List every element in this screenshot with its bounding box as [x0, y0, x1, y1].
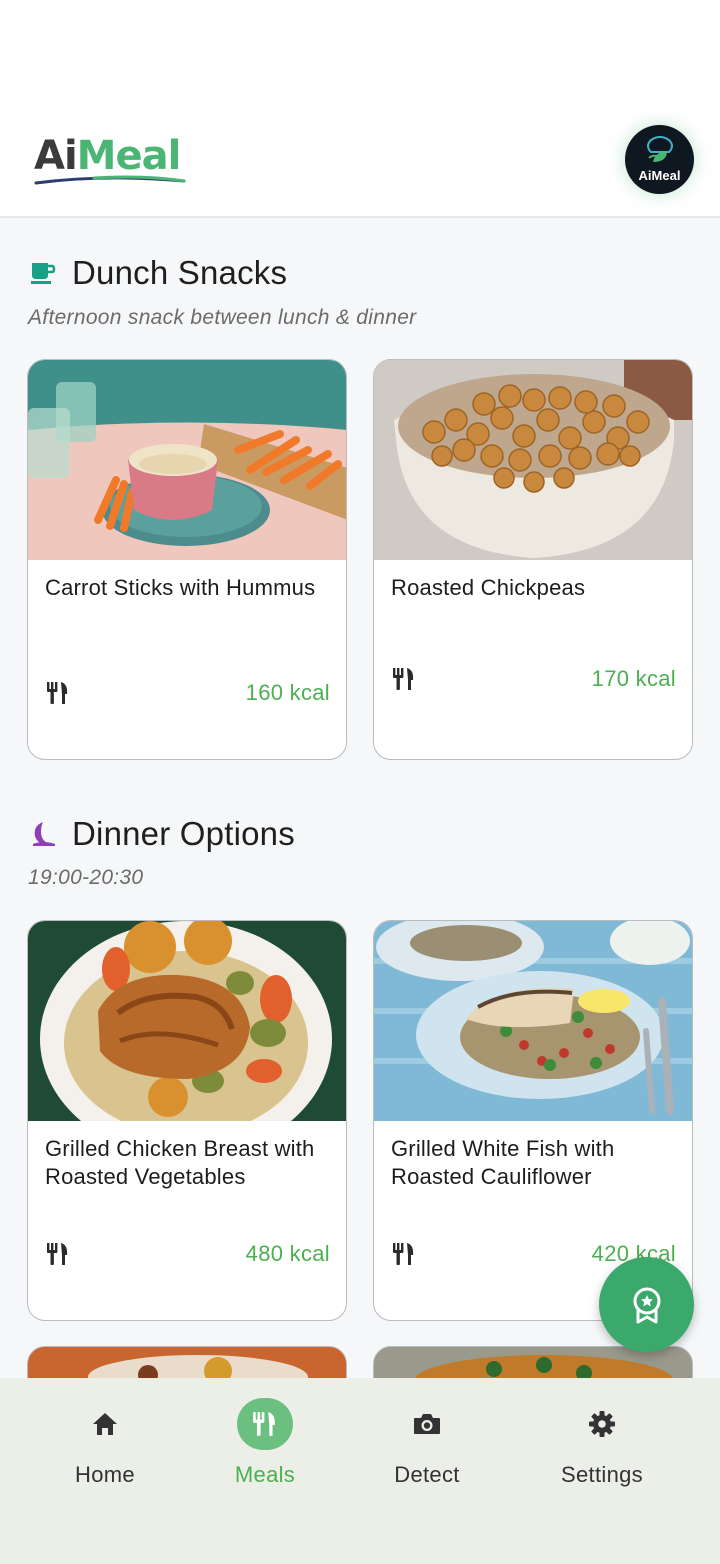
meal-image: [374, 921, 692, 1121]
badge-star-icon: [633, 1287, 660, 1323]
nav-item-detect[interactable]: Detect: [347, 1398, 507, 1488]
utensils-icon: [47, 1243, 68, 1265]
app-header: AiMeal AiMeal: [0, 0, 720, 218]
meal-name: Grilled White Fish with Roasted Cauliflo…: [391, 1136, 615, 1189]
meal-footer: 160 kcal: [45, 680, 330, 706]
leaf-brain-icon: [646, 136, 673, 162]
moon-icon: [28, 819, 58, 849]
meal-image: [374, 360, 692, 560]
nav-label: Settings: [561, 1462, 643, 1487]
meal-card-carrot-hummus[interactable]: Carrot Sticks with Hummus 160 kcal: [27, 359, 347, 760]
nav-label: Detect: [394, 1462, 460, 1487]
meal-image: [28, 921, 346, 1121]
gear-icon: [574, 1398, 630, 1450]
kcal-value: 170 kcal: [591, 666, 676, 691]
home-icon: [77, 1398, 133, 1450]
meal-name: Carrot Sticks with Hummus: [45, 575, 316, 600]
kcal-value: 160 kcal: [245, 680, 330, 705]
profile-avatar[interactable]: AiMeal: [625, 125, 694, 194]
aimeal-logo: AiMeal: [34, 132, 194, 192]
avatar-label: AiMeal: [638, 168, 681, 183]
section-title: Dinner Options: [72, 815, 295, 852]
utensils-icon: [237, 1398, 293, 1450]
utensils-icon: [393, 1243, 414, 1265]
section-header-dinner: Dinner Options: [28, 815, 295, 853]
meal-footer: 170 kcal: [391, 666, 676, 692]
meal-footer: 480 kcal: [45, 1241, 330, 1267]
section-subtitle: Afternoon snack between lunch & dinner: [28, 306, 417, 329]
bottom-navigation: Home Meals Detect Settings: [0, 1378, 720, 1564]
section-title: Dunch Snacks: [72, 254, 288, 291]
rewards-fab-button[interactable]: [599, 1257, 694, 1352]
meal-name: Grilled Chicken Breast with Roasted Vege…: [45, 1136, 315, 1189]
nav-item-settings[interactable]: Settings: [522, 1398, 682, 1488]
section-header-snacks: Dunch Snacks: [28, 254, 287, 292]
logo-swoosh-icon: [34, 175, 186, 185]
meal-card-roasted-chickpeas[interactable]: Roasted Chickpeas 170 kcal: [373, 359, 693, 760]
nav-label: Home: [75, 1462, 135, 1487]
section-subtitle: 19:00-20:30: [28, 866, 144, 889]
meal-card-grilled-chicken[interactable]: Grilled Chicken Breast with Roasted Vege…: [27, 920, 347, 1321]
meal-name: Roasted Chickpeas: [391, 575, 586, 600]
nav-label: Meals: [234, 1462, 296, 1487]
coffee-cup-icon: [28, 258, 58, 288]
utensils-icon: [47, 682, 68, 704]
camera-icon: [399, 1398, 455, 1450]
meal-image: [28, 360, 346, 560]
kcal-value: 480 kcal: [245, 1241, 330, 1266]
nav-item-meals[interactable]: Meals: [185, 1398, 345, 1488]
nav-item-home[interactable]: Home: [25, 1398, 185, 1488]
utensils-icon: [393, 668, 414, 690]
